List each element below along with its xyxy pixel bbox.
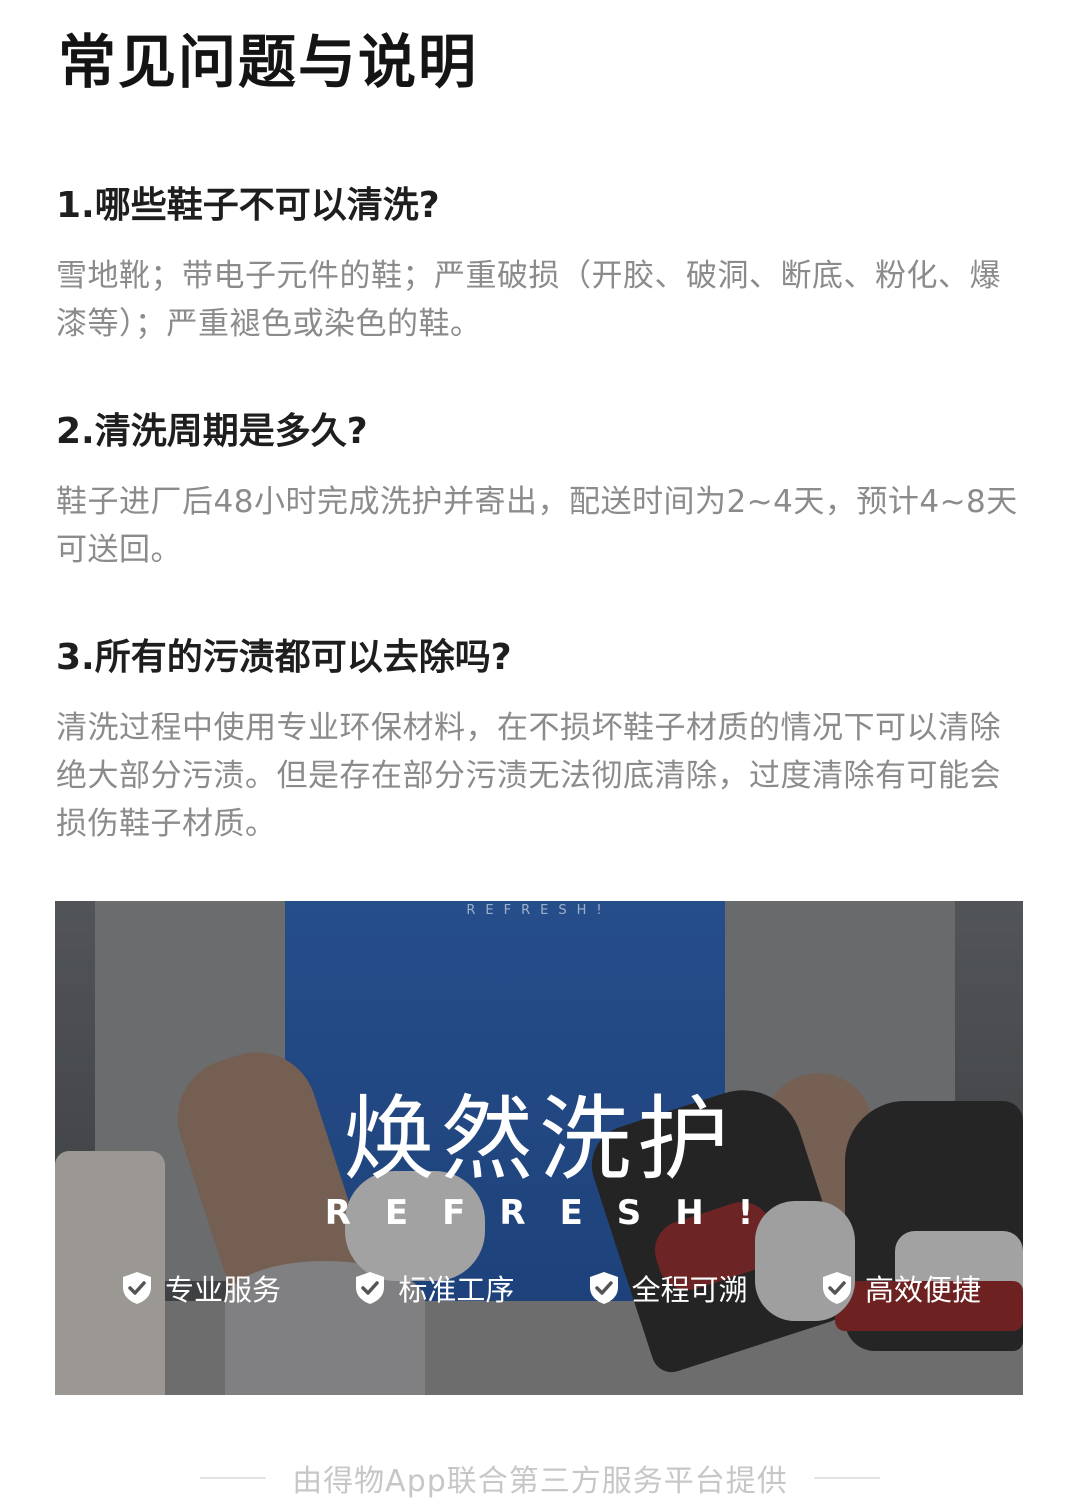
- footer-divider: [813, 1477, 880, 1479]
- footer: 由得物App联合第三方服务平台提供: [0, 1456, 1080, 1500]
- feature-list: 专业服务 标准工序 全程可溯 高效便捷: [121, 1267, 981, 1309]
- faq-question: 2.清洗周期是多久?: [56, 411, 368, 452]
- feature-item: 标准工序: [354, 1267, 514, 1309]
- faq-answer: 鞋子进厂后48小时完成洗护并寄出，配送时间为2~4天，预计4~8天可送回。: [56, 484, 1018, 568]
- banner-top-mark: REFRESH!: [466, 903, 612, 918]
- footer-text: 由得物App联合第三方服务平台提供: [292, 1464, 788, 1499]
- faq-answer: 雪地靴；带电子元件的鞋；严重破损（开胶、破洞、断底、粉化、爆漆等）；严重褪色或染…: [56, 258, 1001, 342]
- page-title: 常见问题与说明: [58, 28, 479, 96]
- feature-item: 专业服务: [121, 1267, 281, 1309]
- footer-divider: [200, 1477, 267, 1479]
- faq-item: 1.哪些鞋子不可以清洗? 雪地靴；带电子元件的鞋；严重破损（开胶、破洞、断底、粉…: [56, 182, 1026, 348]
- faq-question: 3.所有的污渍都可以去除吗?: [56, 637, 512, 678]
- brand-logo-text: 焕然洗护: [342, 1086, 735, 1193]
- brand-logo-subtext: REFRESH!: [324, 1193, 788, 1233]
- feature-item: 全程可溯: [588, 1267, 748, 1309]
- feature-label: 全程可溯: [631, 1273, 748, 1307]
- faq-item: 2.清洗周期是多久? 鞋子进厂后48小时完成洗护并寄出，配送时间为2~4天，预计…: [56, 408, 1026, 574]
- faq-answer: 清洗过程中使用专业环保材料，在不损坏鞋子材质的情况下可以清除绝大部分污渍。但是存…: [56, 710, 1001, 842]
- feature-label: 专业服务: [165, 1273, 282, 1307]
- service-banner: REFRESH! 焕然洗护 REFRESH! 专业服务 标准工序 全程可溯 高效…: [55, 901, 1023, 1395]
- shield-check-icon: [822, 1272, 851, 1304]
- shield-check-icon: [356, 1272, 385, 1304]
- feature-label: 标准工序: [398, 1273, 515, 1307]
- shield-check-icon: [123, 1272, 151, 1304]
- feature-label: 高效便捷: [864, 1273, 981, 1307]
- faq-question: 1.哪些鞋子不可以清洗?: [56, 185, 440, 226]
- faq-item: 3.所有的污渍都可以去除吗? 清洗过程中使用专业环保材料，在不损坏鞋子材质的情况…: [56, 634, 1026, 848]
- shield-check-icon: [589, 1272, 618, 1304]
- feature-item: 高效便捷: [821, 1267, 981, 1309]
